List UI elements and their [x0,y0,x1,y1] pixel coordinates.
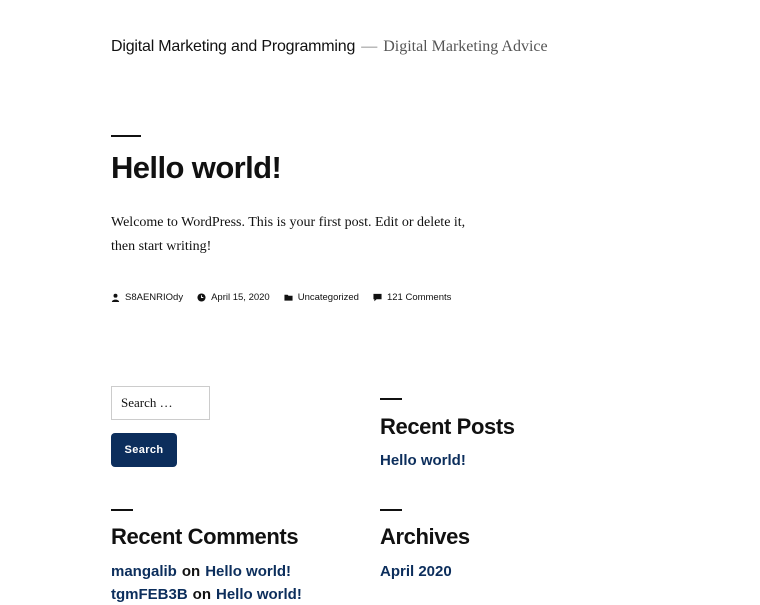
recent-post-link[interactable]: Hello world! [380,451,466,471]
post-title: Hello world! [111,149,282,187]
recent-comment-item: mangalib on Hello world! [111,562,291,582]
site-title-link[interactable]: Digital Marketing and Programming [111,38,355,56]
clock-icon [197,293,206,302]
post-author: S8AENRIOdy [111,292,183,303]
post-date-link[interactable]: April 15, 2020 [211,292,270,303]
comment-on-word: on [192,586,211,603]
search-input[interactable] [111,386,210,420]
comment-icon [373,293,382,302]
post-category-link[interactable]: Uncategorized [298,292,359,303]
recent-posts-title: Recent Posts [380,414,515,439]
comment-author-link[interactable]: mangalib [111,563,177,580]
post-meta: S8AENRIOdy April 15, 2020 Uncategorized … [111,292,465,303]
post-title-link[interactable]: Hello world! [111,150,282,185]
comment-author-link[interactable]: tgmFEB3B [111,586,188,603]
person-icon [111,293,120,302]
post-date: April 15, 2020 [197,292,270,303]
post-content: Welcome to WordPress. This is your first… [111,215,466,254]
recent-comments-title: Recent Comments [111,524,299,549]
comment-on-word: on [181,563,201,580]
archive-month-link[interactable]: April 2020 [380,562,452,582]
comment-post-link[interactable]: Hello world! [205,563,291,580]
search-button[interactable]: Search [111,433,177,467]
post-title-accent-line [111,135,141,137]
recent-comment-item: tgmFEB3B on Hello world! [111,585,302,605]
folder-icon [284,294,293,301]
recent-posts-accent-line [380,398,402,400]
post-author-link[interactable]: S8AENRIOdy [125,292,183,303]
post-comments-link[interactable]: 121 Comments [387,292,451,303]
site-header: Digital Marketing and Programming — Digi… [111,38,548,56]
archives-accent-line [380,509,402,511]
post-comments: 121 Comments [373,292,451,303]
site-description: Digital Marketing Advice [383,38,548,55]
title-separator: — [361,38,378,55]
recent-comments-accent-line [111,509,133,511]
archives-title: Archives [380,524,470,549]
post-category: Uncategorized [284,292,359,303]
comment-post-link[interactable]: Hello world! [216,586,302,603]
